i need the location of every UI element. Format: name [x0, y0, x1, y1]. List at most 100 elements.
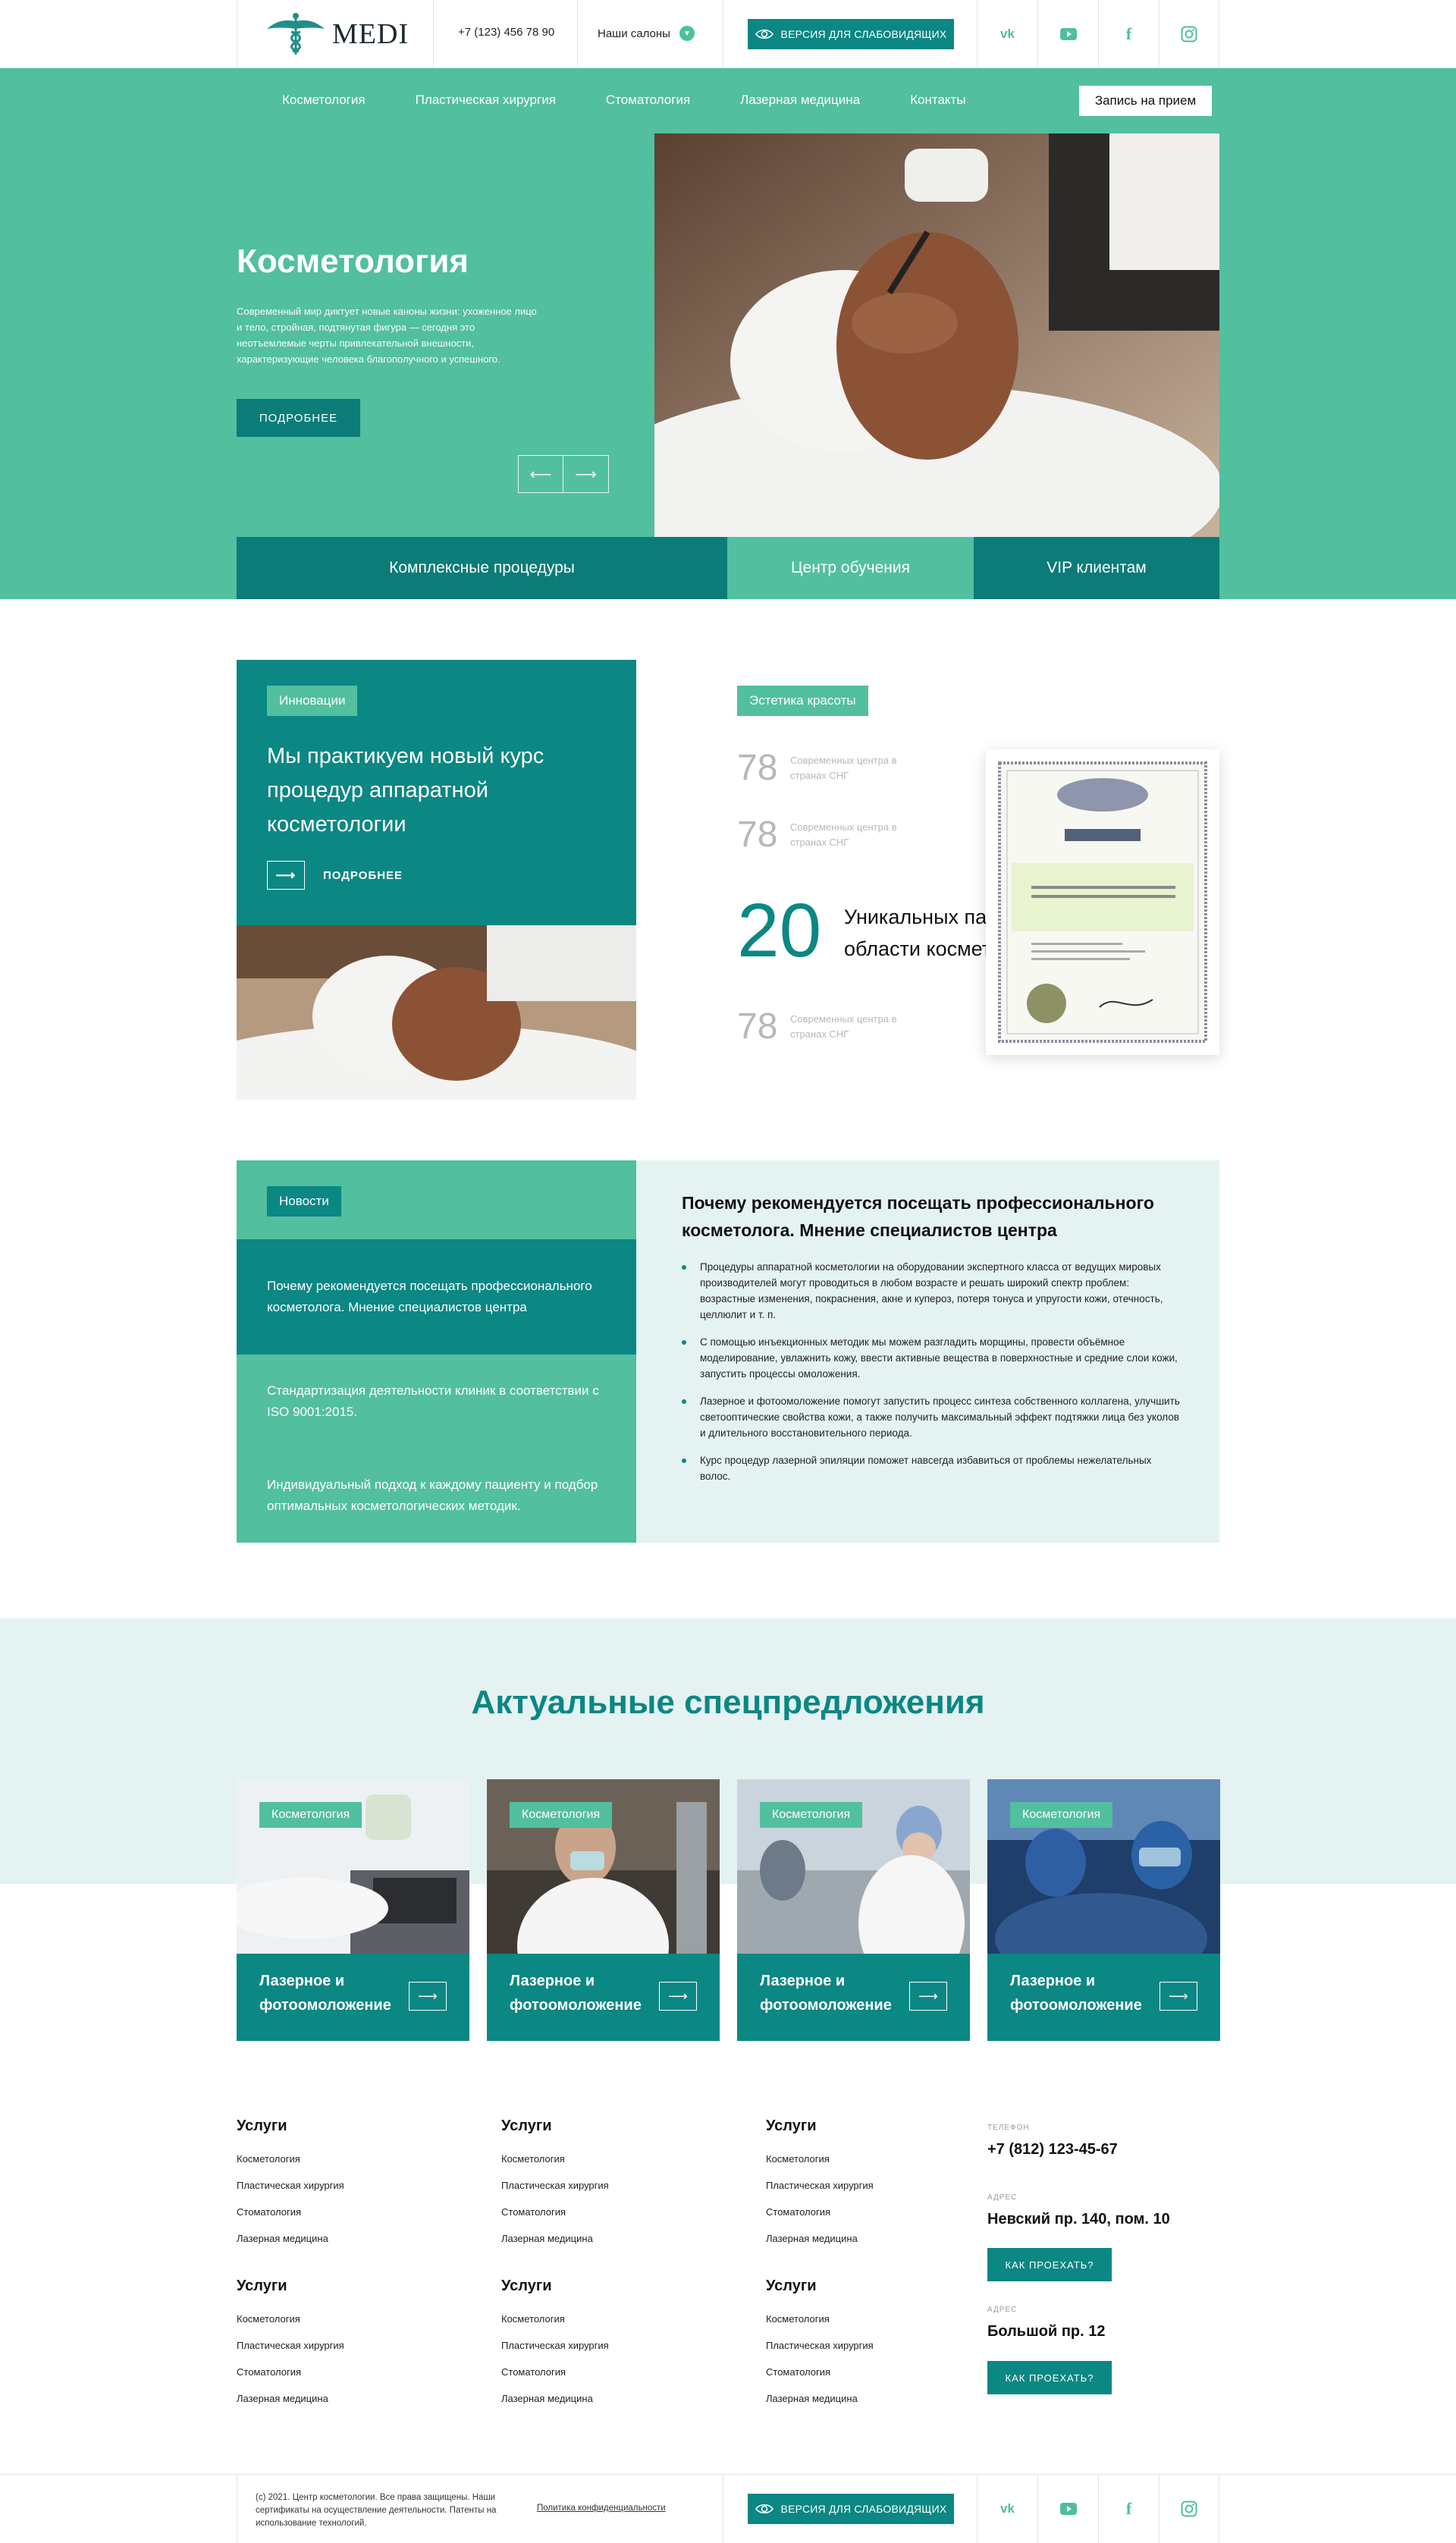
footer-link[interactable]: Косметология: [237, 2153, 464, 2165]
address-label: АДРЕС: [987, 2193, 1018, 2202]
news-item[interactable]: Индивидуальный подход к каждому пациенту…: [237, 1449, 636, 1543]
offer-card[interactable]: Косметология Лазерное и фотоомоложение ⟶: [237, 1779, 469, 2041]
innovation-image: [237, 925, 636, 1100]
arrow-right-icon[interactable]: ⟶: [1159, 1982, 1197, 2011]
arrow-right-icon[interactable]: ⟶: [409, 1982, 447, 2011]
route-button[interactable]: КАК ПРОЕХАТЬ?: [987, 2361, 1112, 2394]
footer-link[interactable]: Косметология: [501, 2313, 729, 2325]
nav-item-dentistry[interactable]: Стоматология: [606, 93, 690, 108]
patents-number: 20: [737, 888, 822, 973]
footer-link[interactable]: Лазерная медицина: [237, 2393, 464, 2404]
list-item: С помощью инъекционных методик мы можем …: [682, 1334, 1182, 1382]
footer-address: Большой пр. 12: [987, 2323, 1106, 2340]
news-article-title: Почему рекомендуется посещать профессион…: [682, 1193, 1154, 1240]
tab-vip-clients[interactable]: VIP клиентам: [974, 537, 1219, 599]
news-panel: Новости Почему рекомендуется посещать пр…: [237, 1160, 636, 1543]
chevron-down-icon: ▼: [679, 26, 695, 41]
arrow-right-icon[interactable]: ⟶: [659, 1982, 697, 2011]
offer-card[interactable]: Косметология Лазерное и фотоомоложение ⟶: [737, 1779, 970, 2041]
stat-label: Современных центра в странах СНГ: [790, 754, 897, 781]
nav-item-cosmetology[interactable]: Косметология: [282, 93, 366, 108]
footer-column: Услуги Косметология Пластическая хирурги…: [501, 2118, 729, 2259]
footer-link[interactable]: Косметология: [237, 2313, 464, 2325]
facebook-icon[interactable]: f: [1098, 0, 1159, 68]
footer-link[interactable]: Лазерная медицина: [766, 2393, 993, 2404]
offer-title: Лазерное и фотоомоложение: [259, 1973, 391, 2014]
hero-more-button[interactable]: ПОДРОБНЕЕ: [237, 399, 360, 437]
next-arrow-icon[interactable]: ⟶: [563, 455, 609, 493]
stat-label: Современных центра в странах СНГ: [790, 821, 897, 848]
offer-card[interactable]: Косметология Лазерное и фотоомоложение ⟶: [987, 1779, 1220, 2041]
footer-link[interactable]: Пластическая хирургия: [501, 2180, 729, 2191]
footer-address: Невский пр. 140, пом. 10: [987, 2211, 1170, 2227]
prev-arrow-icon[interactable]: ⟵: [518, 455, 563, 493]
hero-tabs: Комплексные процедуры Центр обучения VIP…: [237, 537, 1219, 599]
youtube-icon[interactable]: [1037, 0, 1098, 68]
logo[interactable]: MEDI: [265, 12, 409, 56]
footer-link[interactable]: Стоматология: [237, 2206, 464, 2218]
hero-title: Косметология: [237, 243, 469, 280]
stat-label: Современных центра в странах СНГ: [790, 1012, 897, 1040]
vision-impaired-button[interactable]: ВЕРСИЯ ДЛЯ СЛАБОВИДЯЩИХ: [748, 19, 954, 49]
footer-link[interactable]: Стоматология: [237, 2366, 464, 2378]
route-button[interactable]: КАК ПРОЕХАТЬ?: [987, 2248, 1112, 2281]
footer-link[interactable]: Пластическая хирургия: [766, 2340, 993, 2351]
footer-column-title: Услуги: [766, 2118, 817, 2134]
stat-item: 78 Современных центра в странах СНГ: [737, 1006, 912, 1047]
footer-link[interactable]: Лазерная медицина: [237, 2233, 464, 2244]
nav-item-contacts[interactable]: Контакты: [910, 93, 965, 108]
footer-phone[interactable]: +7 (812) 123-45-67: [987, 2141, 1118, 2158]
offers-background: [0, 1618, 1456, 1884]
footer-column: Услуги Косметология Пластическая хирурги…: [766, 2118, 993, 2259]
nav-item-laser-medicine[interactable]: Лазерная медицина: [740, 93, 860, 108]
instagram-icon[interactable]: [1159, 0, 1219, 68]
vk-icon[interactable]: vk: [977, 0, 1037, 68]
footer-link[interactable]: Лазерная медицина: [501, 2393, 729, 2404]
news-item[interactable]: Стандартизация деятельности клиник в соо…: [237, 1355, 636, 1449]
footer-column: Услуги Косметология Пластическая хирурги…: [237, 2278, 464, 2419]
arrow-right-icon[interactable]: ⟶: [909, 1982, 947, 2011]
footer-link[interactable]: Стоматология: [766, 2366, 993, 2378]
footer-link[interactable]: Пластическая хирургия: [501, 2340, 729, 2351]
tab-complex-procedures[interactable]: Комплексные процедуры: [237, 537, 727, 599]
offer-title: Лазерное и фотоомоложение: [1010, 1973, 1142, 2014]
offer-tag: Косметология: [1010, 1802, 1113, 1828]
footer-link[interactable]: Косметология: [766, 2153, 993, 2165]
appointment-button[interactable]: Запись на прием: [1079, 86, 1212, 116]
footer-link[interactable]: Стоматология: [501, 2366, 729, 2378]
innovation-more-link[interactable]: ⟶ ПОДРОБНЕЕ: [267, 861, 403, 890]
offer-footer: Лазерное и фотоомоложение ⟶: [237, 1954, 469, 2041]
news-item-active[interactable]: Почему рекомендуется посещать профессион…: [237, 1239, 636, 1355]
footer-link[interactable]: Пластическая хирургия: [237, 2180, 464, 2191]
instagram-icon[interactable]: [1159, 2475, 1219, 2543]
arrow-right-icon: ⟶: [267, 861, 305, 890]
offer-footer: Лазерное и фотоомоложение ⟶: [987, 1954, 1220, 2041]
tab-training-center[interactable]: Центр обучения: [727, 537, 974, 599]
nav-item-plastic-surgery[interactable]: Пластическая хирургия: [416, 93, 556, 108]
vk-icon[interactable]: vk: [977, 2475, 1037, 2543]
salons-dropdown[interactable]: Наши салоны ▼: [598, 26, 695, 41]
footer-link[interactable]: Стоматология: [501, 2206, 729, 2218]
footer-link[interactable]: Лазерная медицина: [766, 2233, 993, 2244]
offers-title: Актуальные спецпредложения: [471, 1684, 985, 1721]
header-phone[interactable]: +7 (123) 456 78 90: [458, 26, 554, 39]
vision-impaired-button[interactable]: ВЕРСИЯ ДЛЯ СЛАБОВИДЯЩИХ: [748, 2494, 954, 2524]
footer-column-title: Услуги: [501, 2118, 552, 2134]
footer-link[interactable]: Косметология: [766, 2313, 993, 2325]
footer-link[interactable]: Лазерная медицина: [501, 2233, 729, 2244]
bottom-bar: (c) 2021. Центр косметологии. Все права …: [0, 2474, 1456, 2543]
patent-certificate-image: [986, 749, 1219, 1055]
stat-number: 78: [737, 1006, 778, 1047]
offer-tag: Косметология: [760, 1802, 863, 1828]
footer-link[interactable]: Пластическая хирургия: [237, 2340, 464, 2351]
facebook-icon[interactable]: f: [1098, 2475, 1159, 2543]
privacy-link[interactable]: Политика конфиденциальности: [537, 2504, 666, 2513]
offer-card[interactable]: Косметология Лазерное и фотоомоложение ⟶: [487, 1779, 720, 2041]
main-nav: Косметология Пластическая хирургия Стома…: [282, 93, 1016, 108]
footer-link[interactable]: Косметология: [501, 2153, 729, 2165]
eye-icon: [755, 2504, 774, 2514]
footer-link[interactable]: Пластическая хирургия: [766, 2180, 993, 2191]
youtube-icon[interactable]: [1037, 2475, 1098, 2543]
list-item: Процедуры аппаратной косметологии на обо…: [682, 1259, 1182, 1323]
footer-link[interactable]: Стоматология: [766, 2206, 993, 2218]
